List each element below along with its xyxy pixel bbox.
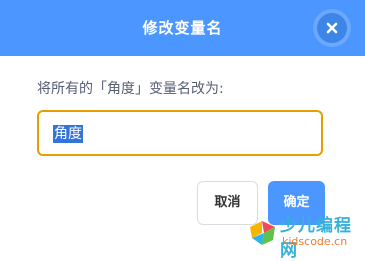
kidscode-logo-icon [250, 221, 275, 245]
close-button-inner[interactable] [317, 13, 347, 43]
variable-name-input[interactable]: 角度 [37, 110, 323, 156]
rename-prompt: 将所有的「角度」变量名改为: [37, 81, 224, 97]
watermark-url: kidscode.cn [282, 235, 348, 248]
dialog-title: 修改变量名 [142, 19, 223, 37]
close-icon [326, 22, 338, 34]
close-button[interactable] [313, 9, 351, 47]
variable-name-value[interactable]: 角度 [53, 125, 83, 143]
dialog-header: 修改变量名 [0, 0, 365, 56]
watermark: 少儿编程网 kidscode.cn [248, 204, 365, 261]
